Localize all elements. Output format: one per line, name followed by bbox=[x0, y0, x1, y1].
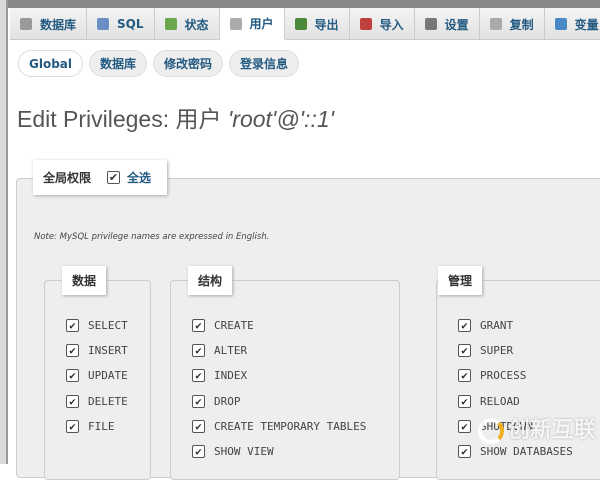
privilege-checkbox[interactable]: ✔ bbox=[458, 319, 471, 332]
title-user: 'root'@'::1' bbox=[227, 106, 335, 132]
privilege-item[interactable]: ✔ PROCESS bbox=[458, 369, 527, 383]
privilege-item[interactable]: ✔ CREATE TEMPORARY TABLES bbox=[192, 419, 367, 433]
watermark-text: 创新互联 bbox=[508, 418, 597, 443]
global-privileges-legend: 全局权限 ✔ 全选 bbox=[33, 160, 167, 195]
privilege-label: PROCESS bbox=[480, 369, 527, 383]
main-tabs: 数据库 SQL 状态 用户 导出 导入 设置 复制 变量 bbox=[10, 8, 600, 40]
wrench-icon bbox=[424, 18, 437, 30]
privilege-checkbox[interactable]: ✔ bbox=[458, 369, 471, 383]
privilege-label: RELOAD bbox=[480, 394, 520, 408]
top-strip bbox=[8, 0, 600, 8]
privilege-label: SHOW DATABASES bbox=[480, 445, 573, 458]
subnav-item[interactable]: 数据库 bbox=[89, 50, 148, 77]
privilege-checkbox[interactable]: ✔ bbox=[66, 369, 79, 383]
subnav-item[interactable]: 修改密码 bbox=[153, 50, 224, 77]
tab-status[interactable]: 状态 bbox=[155, 8, 220, 40]
privilege-item[interactable]: ✔ UPDATE bbox=[66, 369, 128, 383]
privilege-label: DELETE bbox=[88, 394, 128, 408]
privilege-item[interactable]: ✔ SHOW VIEW bbox=[192, 445, 274, 458]
privilege-label: SUPER bbox=[480, 344, 514, 358]
privilege-checkbox[interactable]: ✔ bbox=[192, 445, 205, 458]
group-legend: 结构 bbox=[188, 266, 233, 295]
privilege-item[interactable]: ✔ SELECT bbox=[66, 319, 128, 332]
privilege-label: UPDATE bbox=[88, 369, 128, 383]
privilege-item[interactable]: ✔ SHOW DATABASES bbox=[458, 445, 573, 458]
check-all-checkbox[interactable]: ✔ bbox=[107, 171, 121, 184]
watermark-icon bbox=[478, 418, 504, 444]
tab-sql[interactable]: SQL bbox=[87, 8, 155, 40]
users-icon bbox=[229, 17, 242, 30]
import-icon bbox=[359, 18, 372, 30]
replication-icon bbox=[489, 18, 502, 30]
privilege-checkbox[interactable]: ✔ bbox=[458, 344, 471, 358]
privilege-item[interactable]: ✔ GRANT bbox=[458, 319, 513, 332]
tab-label: SQL bbox=[117, 17, 144, 31]
note-text: Note: MySQL privilege names are expresse… bbox=[34, 232, 270, 242]
watermark-logo: 创新互联 bbox=[478, 412, 596, 444]
privilege-checkbox[interactable]: ✔ bbox=[458, 394, 471, 408]
tab-label: 导入 bbox=[379, 17, 404, 32]
sub-navigation: Global 数据库 修改密码 登录信息 bbox=[18, 50, 300, 77]
tab-label: 变量 bbox=[574, 17, 599, 32]
export-icon bbox=[294, 18, 307, 30]
left-scrollbar[interactable] bbox=[0, 0, 8, 464]
privilege-label: INSERT bbox=[88, 344, 128, 358]
privilege-item[interactable]: ✔ FILE bbox=[66, 419, 115, 433]
privilege-checkbox[interactable]: ✔ bbox=[192, 394, 205, 408]
subnav-item[interactable]: Global bbox=[18, 50, 84, 77]
tab-label: 用户 bbox=[249, 17, 274, 31]
privilege-checkbox[interactable]: ✔ bbox=[66, 344, 79, 358]
tab-variables[interactable]: 变量 bbox=[545, 8, 600, 40]
privilege-item[interactable]: ✔ ALTER bbox=[192, 344, 248, 358]
tab-import[interactable]: 导入 bbox=[350, 8, 415, 40]
privilege-label: DROP bbox=[214, 394, 241, 408]
tab-export[interactable]: 导出 bbox=[285, 8, 350, 40]
privilege-item[interactable]: ✔ SUPER bbox=[458, 344, 514, 358]
privilege-checkbox[interactable]: ✔ bbox=[192, 419, 205, 433]
database-icon bbox=[20, 18, 32, 30]
privilege-checkbox[interactable]: ✔ bbox=[66, 319, 79, 332]
privilege-item[interactable]: ✔ RELOAD bbox=[458, 394, 520, 408]
tab-label: 设置 bbox=[444, 17, 469, 32]
sql-icon bbox=[97, 18, 110, 30]
privilege-checkbox[interactable]: ✔ bbox=[458, 445, 471, 458]
privilege-checkbox[interactable]: ✔ bbox=[66, 394, 79, 408]
privilege-item[interactable]: ✔ DELETE bbox=[66, 394, 128, 408]
privilege-item[interactable]: ✔ INSERT bbox=[66, 344, 128, 358]
privilege-label: SELECT bbox=[88, 319, 128, 332]
legend-label: 全局权限 bbox=[43, 171, 92, 185]
group-legend: 管理 bbox=[438, 266, 483, 295]
tab-label: 数据库 bbox=[40, 17, 77, 32]
privilege-label: CREATE bbox=[214, 319, 254, 332]
page-title: Edit Privileges: 用户 'root'@'::1' bbox=[17, 100, 334, 134]
group-legend: 数据 bbox=[62, 266, 107, 295]
tab-wrench[interactable]: 设置 bbox=[415, 8, 480, 40]
privilege-label: CREATE TEMPORARY TABLES bbox=[214, 419, 367, 433]
check-all-label[interactable]: 全选 bbox=[127, 169, 151, 186]
privilege-checkbox[interactable]: ✔ bbox=[192, 319, 205, 332]
status-icon bbox=[164, 18, 177, 30]
privilege-checkbox[interactable]: ✔ bbox=[458, 419, 471, 433]
privilege-item[interactable]: ✔ CREATE bbox=[192, 319, 254, 332]
privilege-label: FILE bbox=[88, 419, 115, 433]
privilege-checkbox[interactable]: ✔ bbox=[192, 369, 205, 383]
privilege-label: GRANT bbox=[480, 319, 514, 332]
variables-icon bbox=[554, 18, 567, 30]
privilege-label: INDEX bbox=[214, 369, 248, 383]
title-prefix: Edit Privileges: 用户 bbox=[17, 106, 228, 132]
privilege-item[interactable]: ✔ INDEX bbox=[192, 369, 248, 383]
privilege-label: SHOW VIEW bbox=[214, 445, 274, 458]
privilege-checkbox[interactable]: ✔ bbox=[192, 344, 205, 358]
privilege-label: ALTER bbox=[214, 344, 248, 358]
privilege-checkbox[interactable]: ✔ bbox=[66, 419, 79, 433]
privilege-item[interactable]: ✔ DROP bbox=[192, 394, 241, 408]
tab-label: 状态 bbox=[184, 17, 209, 32]
tab-label: 导出 bbox=[314, 17, 339, 32]
tab-replication[interactable]: 复制 bbox=[480, 8, 545, 40]
tab-users[interactable]: 用户 bbox=[219, 8, 285, 40]
tab-database[interactable]: 数据库 bbox=[10, 8, 88, 40]
subnav-item[interactable]: 登录信息 bbox=[229, 50, 300, 77]
tab-label: 复制 bbox=[509, 17, 534, 32]
